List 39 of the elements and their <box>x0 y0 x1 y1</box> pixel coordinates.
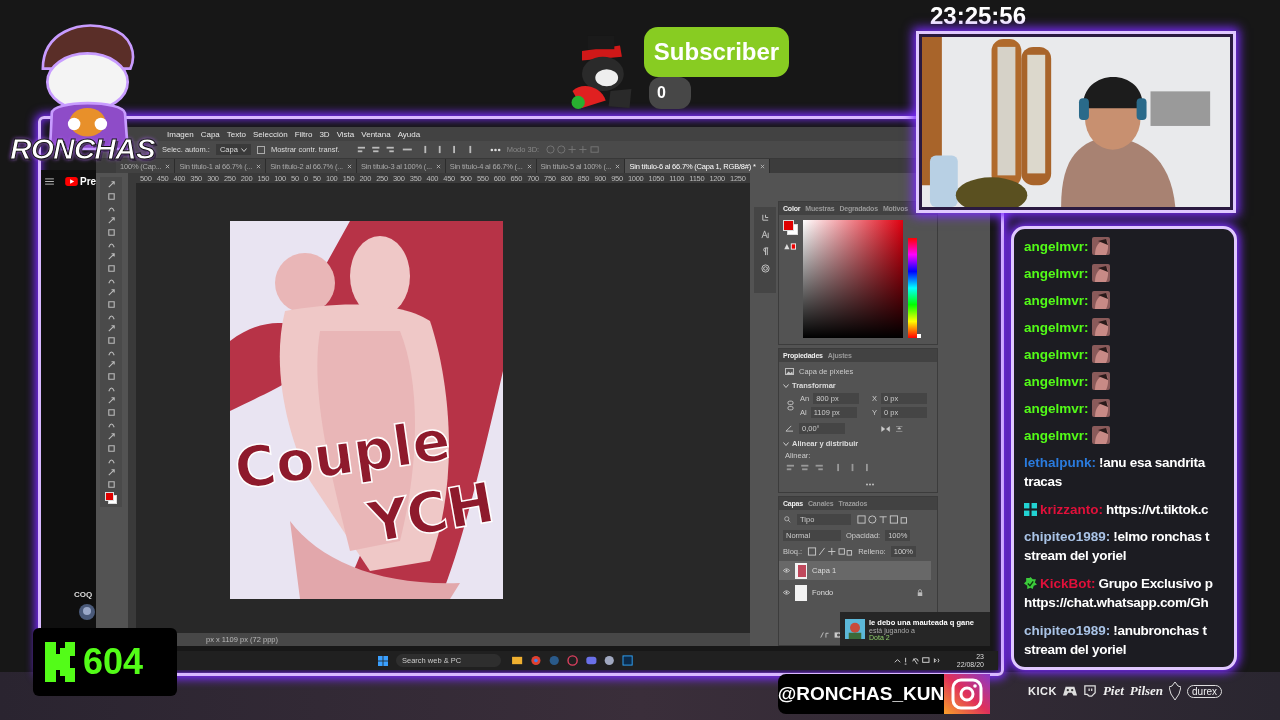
chat-message: stream del yoriel <box>1024 548 1128 565</box>
chat-message: https://chat.whatsapp.com/Gh <box>1024 595 1210 612</box>
chat-username[interactable]: chipiteo1989: <box>1024 622 1111 638</box>
menu-item[interactable]: Imagen <box>167 129 194 139</box>
chat-username[interactable]: angelmvr: <box>1024 427 1089 443</box>
chat-username[interactable]: angelmvr: <box>1024 373 1089 389</box>
chat-username[interactable]: angelmvr: <box>1024 319 1089 335</box>
chat-username[interactable]: angelmvr: <box>1024 238 1089 254</box>
menu-item[interactable]: Selección <box>252 129 288 139</box>
menu-item[interactable]: Vista <box>336 129 355 139</box>
sponsor-logo-text: Piet <box>1102 683 1124 699</box>
chat-username[interactable]: angelmvr: <box>1024 346 1089 362</box>
subscriber-count: 0 <box>649 77 691 109</box>
chat-username[interactable]: lethalpunk: <box>1024 454 1096 470</box>
menu-item[interactable]: Ayuda <box>397 129 421 139</box>
sponsor-logo-text: Pilsen <box>1129 683 1164 699</box>
chat-message: tracas <box>1024 474 1063 491</box>
chat-message: !anu esa sandrita <box>1099 454 1205 470</box>
chat-message: !elmo ronchas t <box>1113 528 1210 544</box>
chat-username[interactable]: angelmvr: <box>1024 265 1089 281</box>
chat-message: https://vt.tiktok.c <box>1106 501 1209 517</box>
menu-item[interactable]: Texto <box>226 129 246 139</box>
chat-username[interactable]: angelmvr: <box>1024 400 1089 416</box>
menu-item[interactable]: 3D <box>319 129 330 139</box>
chat-username[interactable]: chipiteo1989: <box>1024 528 1111 544</box>
menu-item[interactable]: Ventana <box>361 129 391 139</box>
chat-username[interactable]: angelmvr: <box>1024 292 1089 308</box>
menu-item[interactable]: Filtro <box>294 129 313 139</box>
social-handle: @RONCHAS_KUN <box>778 674 944 714</box>
sponsor-logo-text: KICK <box>1028 685 1057 697</box>
channel-label: COQ <box>74 590 93 599</box>
chat-message: Grupo Exclusivo p <box>1098 575 1213 591</box>
chat-message: stream del yoriel <box>1024 642 1128 659</box>
menu-item[interactable]: Capa <box>200 129 220 139</box>
brand-label: Pre <box>80 176 97 187</box>
chat-message: !anubronchas t <box>1113 622 1207 638</box>
stream-clock: 23:25:56 <box>928 2 1028 30</box>
counter-value: 604 <box>83 641 144 683</box>
subscriber-badge: Subscriber <box>644 27 789 77</box>
